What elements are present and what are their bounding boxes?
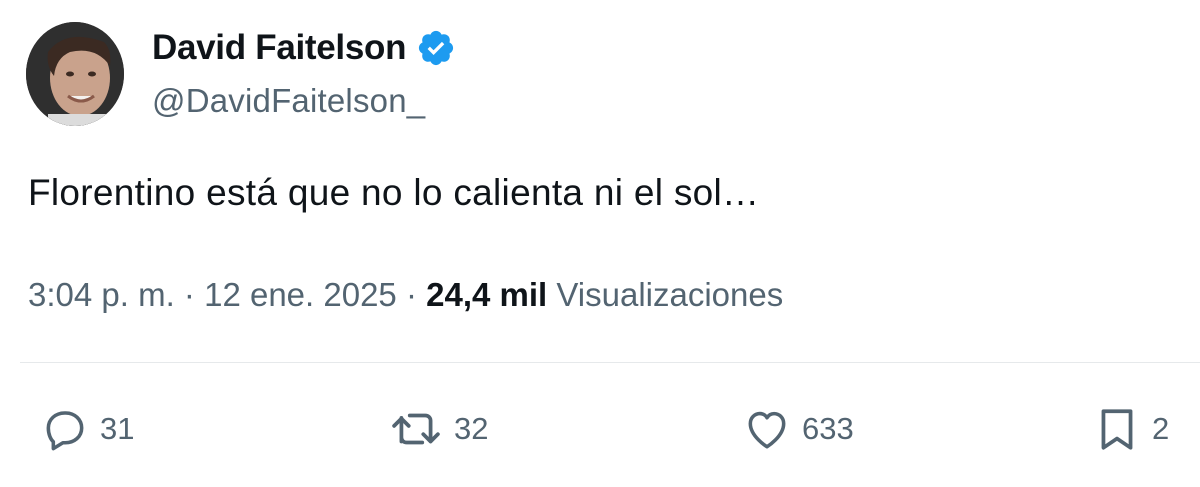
reply-icon: [46, 411, 84, 451]
heart-icon: [748, 411, 786, 449]
meta-separator: ·: [183, 276, 195, 313]
divider: [20, 362, 1200, 363]
tweet-card: David Faitelson @DavidFaitelson_ Florent…: [0, 0, 1200, 487]
author-handle[interactable]: @DavidFaitelson_: [152, 82, 425, 120]
avatar-photo: [26, 22, 124, 126]
tweet-date[interactable]: 12 ene. 2025: [204, 276, 397, 313]
author-name-row: David Faitelson: [152, 28, 456, 68]
views-label: Visualizaciones: [556, 276, 784, 313]
bookmark-icon: [1101, 409, 1133, 450]
reply-count: 31: [100, 411, 135, 446]
like-button[interactable]: 633: [742, 404, 854, 454]
bookmark-count: 2: [1152, 411, 1170, 446]
avatar[interactable]: [26, 22, 124, 126]
retweet-icon: [392, 413, 440, 445]
verified-badge-icon: [416, 28, 456, 68]
tweet-time[interactable]: 3:04 p. m.: [28, 276, 175, 313]
retweet-count: 32: [454, 411, 489, 446]
like-count: 633: [802, 411, 854, 446]
reply-button[interactable]: 31: [40, 404, 134, 454]
tweet-text: Florentino está que no lo calienta ni el…: [28, 172, 760, 213]
tweet-meta: 3:04 p. m. · 12 ene. 2025 · 24,4 mil Vis…: [28, 276, 783, 314]
bookmark-button[interactable]: 2: [1092, 404, 1169, 454]
author-display-name[interactable]: David Faitelson: [152, 28, 406, 68]
retweet-button[interactable]: 32: [388, 404, 488, 454]
meta-separator: ·: [405, 276, 417, 313]
views-count: 24,4 mil: [426, 276, 548, 313]
